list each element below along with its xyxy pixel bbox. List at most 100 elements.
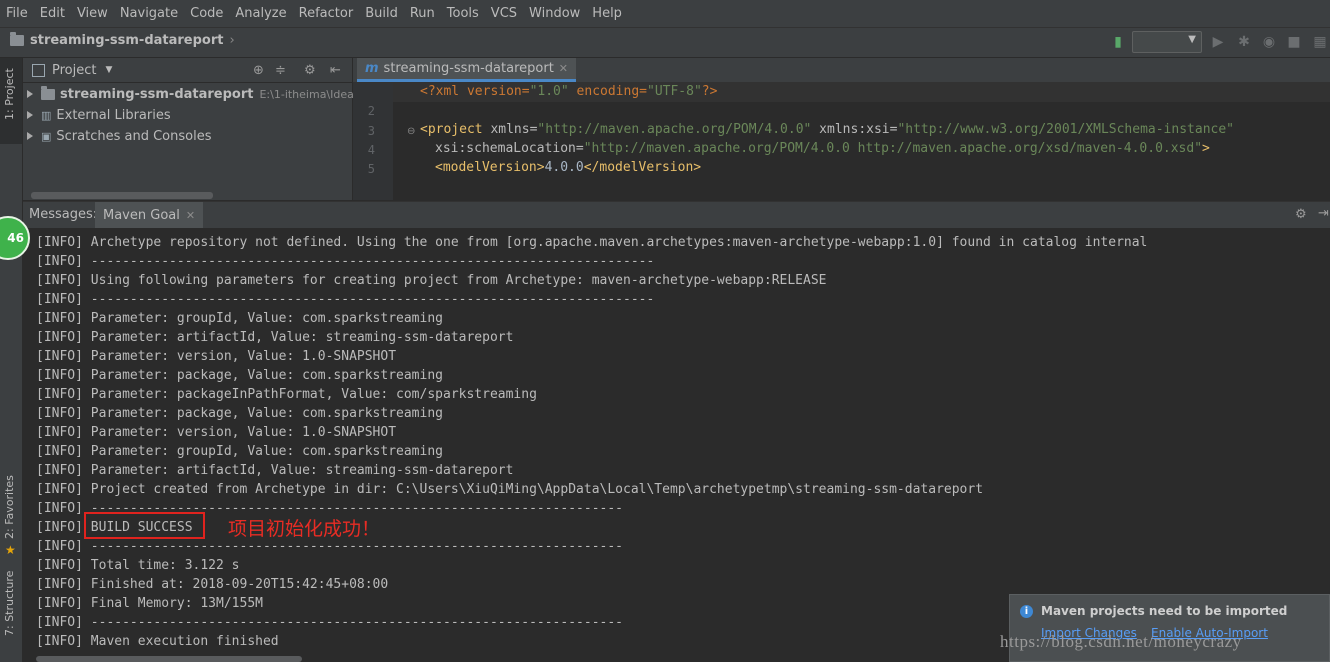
console-line: [INFO] Parameter: packageInPathFormat, V… bbox=[36, 387, 537, 402]
menu-code[interactable]: Code bbox=[184, 0, 229, 27]
coverage-icon[interactable]: ◉ bbox=[1261, 34, 1277, 50]
line-number: 4 bbox=[367, 143, 375, 157]
menu-vcs[interactable]: VCS bbox=[485, 0, 523, 27]
console-line: [INFO] Using following parameters for cr… bbox=[36, 273, 827, 288]
menu-run[interactable]: Run bbox=[404, 0, 441, 27]
tree-item-external-libraries[interactable]: ▥ External Libraries bbox=[23, 105, 171, 125]
debug-icon[interactable]: ✱ bbox=[1236, 34, 1252, 50]
console-line: [INFO] Maven execution finished bbox=[36, 634, 279, 649]
console-line: [INFO] Parameter: package, Value: com.sp… bbox=[36, 406, 443, 421]
console-line: [INFO] Parameter: version, Value: 1.0-SN… bbox=[36, 349, 397, 364]
build-icon[interactable]: ▮ bbox=[1110, 34, 1126, 50]
code-line-5[interactable]: <modelVersion>4.0.0</modelVersion> bbox=[435, 160, 701, 175]
console-line: [INFO] Final Memory: 13M/155M bbox=[36, 596, 263, 611]
project-panel-header: Project ▼ ⊕ ≑ ⚙ ⇤ bbox=[23, 58, 352, 83]
tree-item-scratches[interactable]: ▣ Scratches and Consoles bbox=[23, 126, 211, 146]
line-number: 2 bbox=[367, 104, 375, 118]
menu-analyze[interactable]: Analyze bbox=[229, 0, 292, 27]
console-line: [INFO] Parameter: package, Value: com.sp… bbox=[36, 368, 443, 383]
chevron-down-icon[interactable]: ▼ bbox=[105, 65, 112, 75]
code-line-3[interactable]: <project xmlns="http://maven.apache.org/… bbox=[420, 122, 1234, 137]
tab-maven-goal[interactable]: Maven Goal ✕ bbox=[95, 202, 204, 228]
tab-structure[interactable]: 7: Structure bbox=[0, 570, 22, 660]
hide-icon[interactable]: ⇥ bbox=[1318, 206, 1329, 221]
console-line: [INFO] Total time: 3.122 s bbox=[36, 558, 240, 573]
console-line: [INFO] Parameter: groupId, Value: com.sp… bbox=[36, 444, 443, 459]
editor-tab-pom[interactable]: m streaming-ssm-datareport ✕ bbox=[357, 58, 577, 82]
code-line-1[interactable]: <?xml version="1.0" encoding="UTF-8"?> bbox=[420, 84, 717, 99]
info-icon: i bbox=[1020, 605, 1033, 618]
close-icon[interactable]: ✕ bbox=[559, 62, 568, 75]
messages-header: Messages: Maven Goal ✕ ⚙ ⇥ bbox=[23, 201, 1330, 229]
console-line: [INFO] ---------------------------------… bbox=[36, 292, 655, 307]
menu-help[interactable]: Help bbox=[586, 0, 628, 27]
console-line: [INFO] Archetype repository not defined.… bbox=[36, 235, 1148, 250]
menu-navigate[interactable]: Navigate bbox=[114, 0, 184, 27]
menu-file[interactable]: File bbox=[0, 0, 34, 27]
close-icon[interactable]: ✕ bbox=[186, 209, 195, 222]
breadcrumb-separator: › bbox=[229, 33, 235, 48]
editor-tab-label: streaming-ssm-datareport bbox=[383, 61, 554, 76]
expand-arrow-icon[interactable] bbox=[27, 132, 33, 140]
project-structure-icon[interactable]: ▦ bbox=[1312, 34, 1328, 50]
code-line-4[interactable]: xsi:schemaLocation="http://maven.apache.… bbox=[435, 141, 1210, 156]
tab-favorites[interactable]: 2: Favorites ★ bbox=[0, 473, 22, 563]
highlight-box bbox=[84, 512, 205, 539]
tab-label: Maven Goal bbox=[103, 207, 180, 223]
console-line: [INFO] Finished at: 2018-09-20T15:42:45+… bbox=[36, 577, 389, 592]
annotation-text: 项目初始化成功！ bbox=[228, 518, 381, 540]
locate-icon[interactable]: ⊕ bbox=[253, 63, 264, 78]
expand-arrow-icon[interactable] bbox=[27, 90, 33, 98]
run-configuration-select[interactable]: ▼ bbox=[1132, 31, 1202, 53]
console-line: [INFO] Parameter: version, Value: 1.0-SN… bbox=[36, 425, 397, 440]
menu-tools[interactable]: Tools bbox=[441, 0, 485, 27]
console-line: [INFO] ---------------------------------… bbox=[36, 254, 655, 269]
project-view-icon bbox=[32, 63, 45, 77]
menu-view[interactable]: View bbox=[71, 0, 114, 27]
menu-window[interactable]: Window bbox=[523, 0, 586, 27]
run-icon[interactable]: ▶ bbox=[1210, 34, 1226, 50]
collapse-icon[interactable]: ≑ bbox=[275, 63, 286, 78]
module-folder-icon bbox=[41, 85, 55, 100]
console-line: [INFO] Parameter: artifactId, Value: str… bbox=[36, 330, 514, 345]
editor-panel: m streaming-ssm-datareport ✕ 2 3 4 5 <?x… bbox=[353, 58, 1330, 200]
tree-item-label: Scratches and Consoles bbox=[56, 128, 212, 144]
horizontal-scrollbar[interactable] bbox=[31, 192, 213, 199]
tree-item-project[interactable]: streaming-ssm-datareport E:\1-itheima\Id… bbox=[23, 84, 374, 104]
gear-icon[interactable]: ⚙ bbox=[304, 63, 316, 78]
console-line: [INFO] ---------------------------------… bbox=[36, 615, 623, 630]
line-number: 5 bbox=[367, 162, 375, 176]
gear-icon[interactable]: ⚙ bbox=[1295, 207, 1307, 222]
breadcrumb-project[interactable]: streaming-ssm-datareport bbox=[30, 33, 223, 48]
expand-arrow-icon[interactable] bbox=[27, 111, 33, 119]
line-gutter: 2 3 4 5 bbox=[353, 83, 393, 200]
watermark: https://blog.csdn.net/moneycrazy bbox=[1000, 632, 1242, 651]
chevron-down-icon: ▼ bbox=[1188, 34, 1196, 45]
scratches-icon: ▣ bbox=[41, 129, 52, 143]
tab-project[interactable]: 1: Project bbox=[0, 58, 22, 144]
console-line: [INFO] Project created from Archetype in… bbox=[36, 482, 984, 497]
star-icon: ★ bbox=[5, 543, 16, 557]
console-line: [INFO] Parameter: groupId, Value: com.sp… bbox=[36, 311, 443, 326]
console-line: [INFO] Parameter: artifactId, Value: str… bbox=[36, 463, 514, 478]
project-view-select[interactable]: Project bbox=[52, 63, 96, 78]
hide-icon[interactable]: ⇤ bbox=[330, 63, 341, 78]
line-number: 3 bbox=[367, 124, 375, 138]
stop-icon[interactable]: ■ bbox=[1286, 34, 1302, 50]
folder-icon bbox=[10, 32, 24, 46]
fold-icon[interactable]: ⊖ bbox=[407, 126, 415, 137]
maven-icon: m bbox=[365, 61, 379, 76]
project-panel: Project ▼ ⊕ ≑ ⚙ ⇤ streaming-ssm-datarepo… bbox=[23, 58, 374, 200]
menu-edit[interactable]: Edit bbox=[34, 0, 71, 27]
breadcrumb[interactable]: streaming-ssm-datareport › bbox=[10, 32, 235, 48]
tree-item-label: External Libraries bbox=[56, 107, 171, 123]
editor-tabs: m streaming-ssm-datareport ✕ bbox=[353, 58, 1330, 83]
library-icon: ▥ bbox=[41, 108, 52, 122]
tree-item-label: streaming-ssm-datareport bbox=[60, 86, 254, 102]
menu-refactor[interactable]: Refactor bbox=[293, 0, 360, 27]
menu-build[interactable]: Build bbox=[359, 0, 404, 27]
menu-bar: File Edit View Navigate Code Analyze Ref… bbox=[0, 0, 1330, 28]
horizontal-scrollbar[interactable] bbox=[36, 656, 302, 662]
left-tool-strip: 1: Project 2: Favorites ★ 7: Structure bbox=[0, 58, 23, 662]
navigation-bar: streaming-ssm-datareport › ▮ ▼ ▶ ✱ ◉ ■ ▦ bbox=[0, 28, 1330, 58]
